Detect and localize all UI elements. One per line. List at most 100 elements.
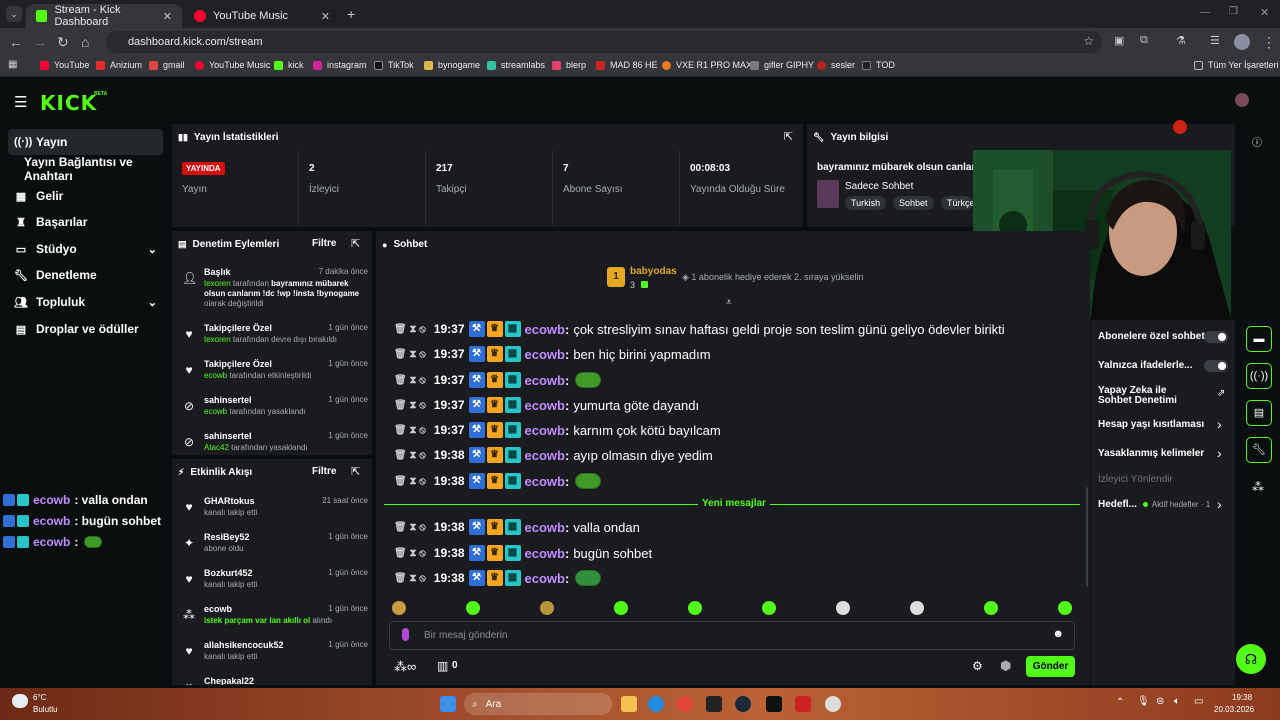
close-tab-icon[interactable]: ✕ xyxy=(163,10,172,23)
bookmark-item[interactable]: YouTube xyxy=(40,60,89,70)
close-tab-icon[interactable]: ✕ xyxy=(321,10,330,23)
store-icon[interactable]: ▥ xyxy=(437,659,448,673)
epic-games-icon[interactable] xyxy=(766,696,782,712)
tab-youtube-music[interactable]: YouTube Music ✕ xyxy=(184,4,340,28)
quick-emote-icon[interactable] xyxy=(1058,601,1072,615)
avatar[interactable] xyxy=(1234,34,1250,50)
subscriber-only-toggle[interactable] xyxy=(1204,331,1228,343)
emote-only-toggle[interactable] xyxy=(1204,360,1228,372)
info-icon[interactable]: ⓘ xyxy=(1252,134,1262,149)
profile-extension-icon[interactable]: ⚗ xyxy=(1176,34,1186,47)
sidebar-item-stream-key[interactable]: Yayın Bağlantısı ve Anahtarı xyxy=(8,155,163,183)
sidebar-item-topluluk[interactable]: 👥︎ Topluluk ⌄ xyxy=(8,289,163,315)
kick-logo[interactable]: KICK xyxy=(40,91,97,115)
quick-emote-icon[interactable] xyxy=(392,601,406,615)
app-icon[interactable] xyxy=(706,696,722,712)
bookmark-star-icon[interactable]: ☆ xyxy=(1083,34,1094,48)
mod-tools-icon[interactable]: 🗑︎ ⧗ ⦸ xyxy=(394,400,426,411)
bookmark-item[interactable]: kick xyxy=(274,60,304,70)
volume-icon[interactable]: 🔈︎ xyxy=(1174,696,1180,707)
emoji-picker-icon[interactable]: ☻ xyxy=(1052,628,1064,640)
sidebar-item-denetleme[interactable]: 🔧︎ Denetleme xyxy=(8,262,163,288)
clock-date[interactable]: 20.03.2026 xyxy=(1214,705,1254,714)
setting-goals[interactable]: Hedefl... Aktif hedefler · 1 xyxy=(1098,499,1226,510)
network-icon[interactable]: ⊜ xyxy=(1156,696,1164,707)
microphone-icon[interactable]: 🎙︎ xyxy=(1137,696,1150,707)
bookmark-item[interactable]: instagram xyxy=(313,60,367,70)
back-icon[interactable]: ← xyxy=(9,34,23,50)
battery-icon[interactable]: ▭ xyxy=(1194,696,1203,707)
chrome-icon[interactable] xyxy=(677,696,693,712)
bookmark-item[interactable]: TOD xyxy=(862,60,895,70)
popout-icon[interactable]: ⇱ xyxy=(351,465,360,478)
restore-icon[interactable]: ❐ xyxy=(1229,6,1238,17)
steam-icon[interactable] xyxy=(735,696,751,712)
home-icon[interactable]: ⌂ xyxy=(81,34,89,50)
sidebar-item-gelir[interactable]: ▦ Gelir xyxy=(8,183,163,209)
category-name[interactable]: Sadece Sohbet xyxy=(845,181,913,192)
mod-tools-icon[interactable]: 🗑︎ ⧗ ⦸ xyxy=(394,450,426,461)
external-link-icon[interactable]: ⇗ xyxy=(1217,388,1225,399)
bookmark-item[interactable]: TikTok xyxy=(374,60,414,70)
url-input[interactable]: dashboard.kick.com/stream ☆ xyxy=(106,31,1102,53)
avatar[interactable] xyxy=(1235,93,1249,107)
bookmark-item[interactable]: MAD 86 HE xyxy=(596,60,658,70)
support-headset-icon[interactable]: ☊ xyxy=(1236,644,1266,674)
puzzle-icon[interactable]: ⧉ xyxy=(1140,34,1148,47)
apps-grid-icon[interactable]: ▦ xyxy=(8,59,17,70)
filter-button[interactable]: Filtre xyxy=(312,238,336,249)
bookmark-item[interactable]: gifler GIPHY xyxy=(750,60,814,70)
mod-tools-icon[interactable]: 🗑︎ ⧗ ⦸ xyxy=(394,375,426,386)
tab-search-button[interactable]: ⌄ xyxy=(6,6,22,22)
chat-input[interactable]: Bir mesaj gönderin ☻ xyxy=(389,621,1075,650)
hamburger-menu-icon[interactable]: ☰ xyxy=(14,93,27,111)
sidebar-item-studyo[interactable]: ▭ Stüdyo ⌄ xyxy=(8,236,163,262)
bookmark-item[interactable]: gmail xyxy=(149,60,185,70)
leaderboard-user[interactable]: babyodas xyxy=(630,266,677,277)
close-window-icon[interactable]: ✕ xyxy=(1260,6,1269,19)
file-explorer-icon[interactable] xyxy=(621,696,637,712)
quick-emote-icon[interactable] xyxy=(614,601,628,615)
mod-tools-icon[interactable]: 🗑︎ ⧗ ⦸ xyxy=(394,573,426,584)
search-input[interactable]: ⌕ Ara xyxy=(464,693,612,715)
bookmark-item[interactable]: bynogame xyxy=(424,60,480,70)
stack-icon[interactable]: ▤ xyxy=(1246,400,1272,426)
tab-groups-icon[interactable]: ☰ xyxy=(1210,34,1220,47)
bookmark-item[interactable]: streamlabs xyxy=(487,60,545,70)
bookmark-item[interactable]: YouTube Music xyxy=(195,60,270,70)
mod-tools-icon[interactable]: 🗑︎ ⧗ ⦸ xyxy=(394,324,426,335)
reload-icon[interactable]: ↻ xyxy=(57,34,69,51)
start-icon[interactable] xyxy=(440,696,456,712)
obs-icon[interactable] xyxy=(825,696,841,712)
popout-icon[interactable]: ⇱ xyxy=(784,130,793,143)
quick-emote-icon[interactable] xyxy=(910,601,924,615)
send-button[interactable]: Gönder xyxy=(1026,656,1075,677)
chevron-right-icon[interactable]: › xyxy=(1217,445,1222,461)
edge-icon[interactable] xyxy=(648,696,664,712)
mod-tools-icon[interactable]: 🗑︎ ⧗ ⦸ xyxy=(394,522,426,533)
chevron-right-icon[interactable]: › xyxy=(1217,416,1222,432)
mod-tools-icon[interactable]: 🗑︎ ⧗ ⦸ xyxy=(394,425,426,436)
points-icon[interactable]: ⁂∞ xyxy=(394,659,416,675)
points-icon[interactable]: ⁂ xyxy=(1252,480,1264,494)
mod-tools-icon[interactable]: 🗑︎ ⧗ ⦸ xyxy=(394,349,426,360)
minimize-icon[interactable]: — xyxy=(1200,7,1210,18)
bookmarks-folder[interactable]: Tüm Yer İşaretleri xyxy=(1194,60,1279,70)
chevron-up-icon[interactable]: ⌃ xyxy=(1116,697,1124,708)
bookmark-item[interactable]: Anizium xyxy=(96,60,142,70)
filter-button[interactable]: Filtre xyxy=(312,466,336,477)
forward-icon[interactable]: → xyxy=(33,34,47,50)
popout-icon[interactable]: ⇱ xyxy=(351,237,360,250)
bookmark-item[interactable]: blerp xyxy=(552,60,586,70)
microphone-icon[interactable] xyxy=(402,628,409,641)
quick-emote-icon[interactable] xyxy=(762,601,776,615)
setting-banned-words[interactable]: Yasaklanmış kelimeler xyxy=(1098,448,1226,459)
bookmark-item[interactable]: VXE R1 PRO MAX xyxy=(662,60,752,70)
gear-icon[interactable]: ⚙ xyxy=(972,659,983,673)
app-icon[interactable] xyxy=(795,696,811,712)
bookmark-item[interactable]: sesler xyxy=(817,60,855,70)
quick-emote-icon[interactable] xyxy=(466,601,480,615)
mod-tools-icon[interactable]: 🗑︎ ⧗ ⦸ xyxy=(394,476,426,487)
new-tab-icon[interactable]: + xyxy=(347,6,355,22)
extension-icon[interactable]: ▣ xyxy=(1114,34,1124,47)
